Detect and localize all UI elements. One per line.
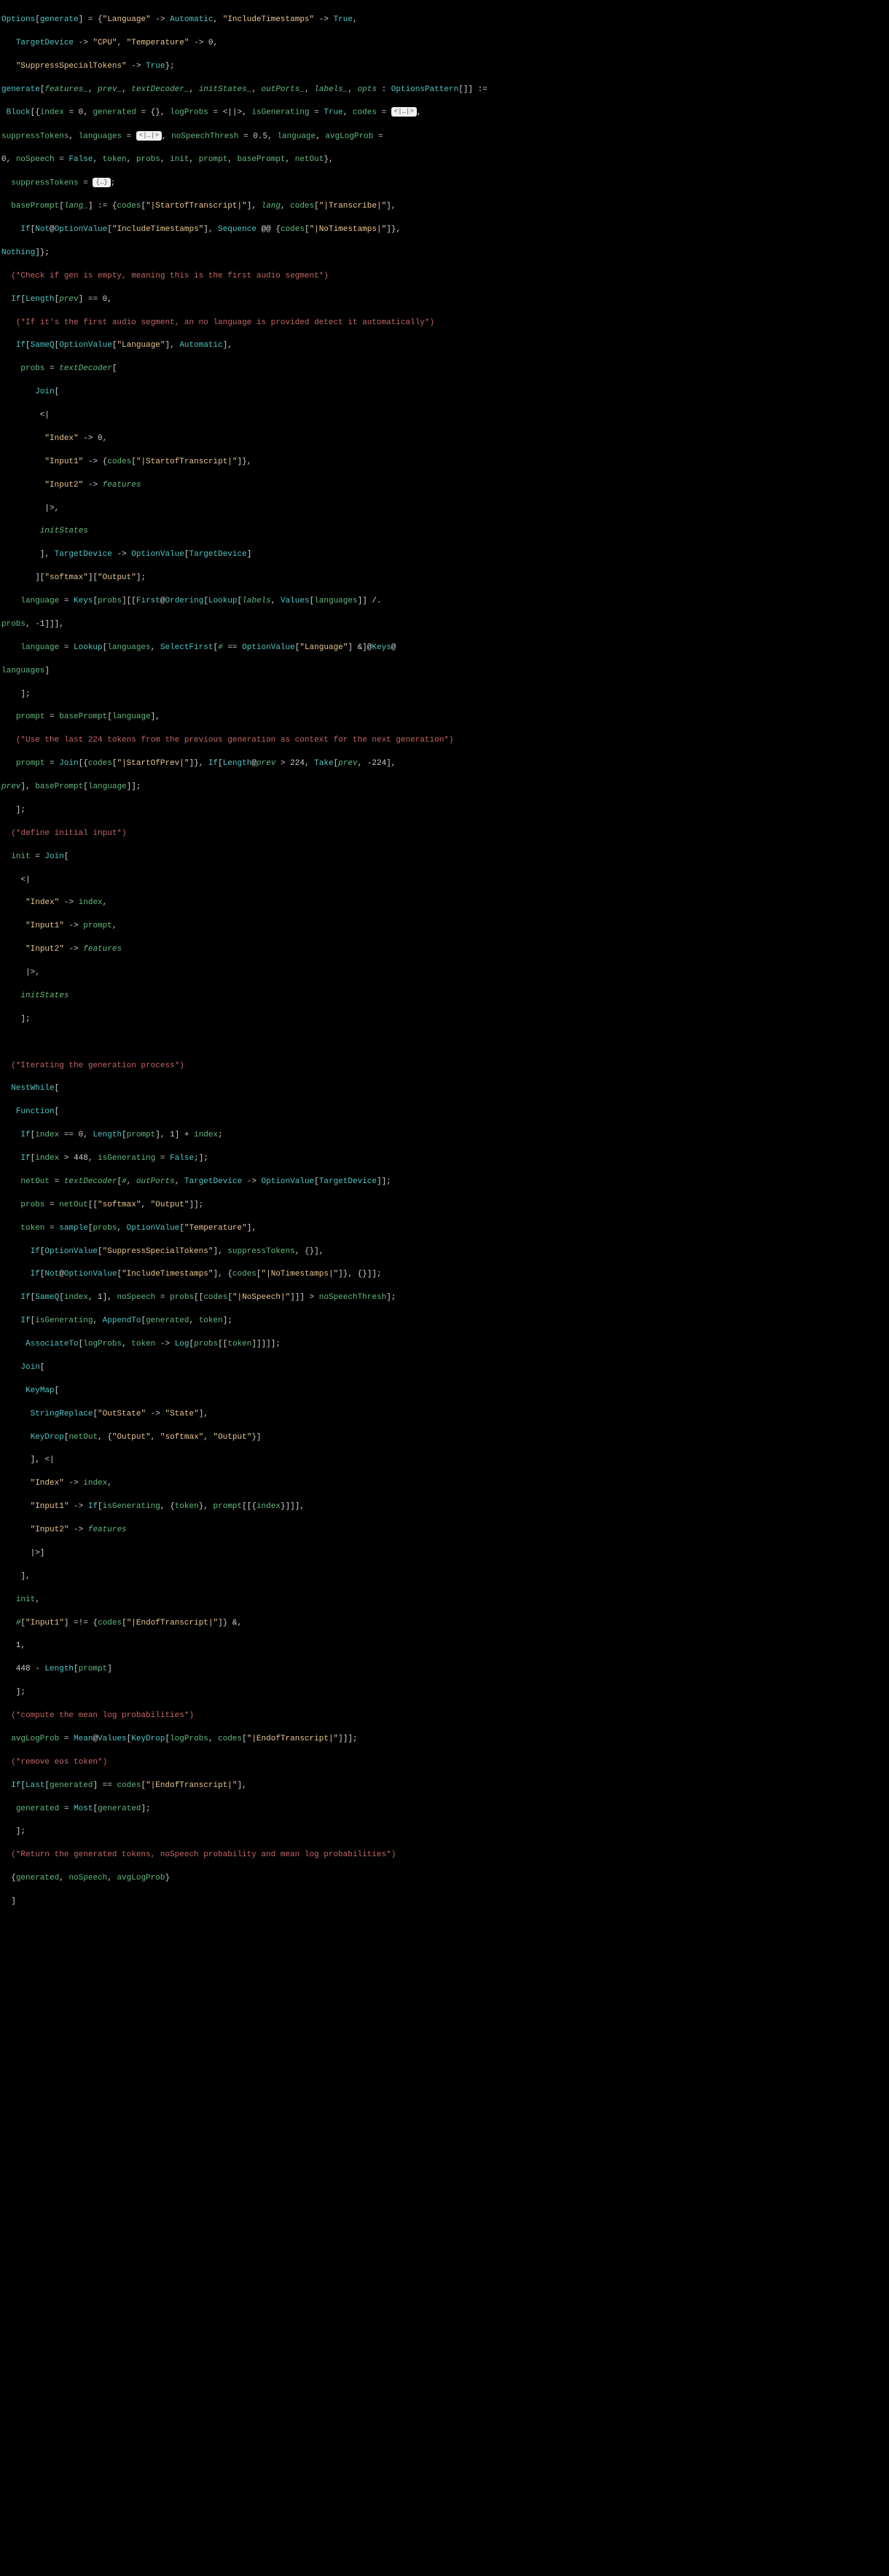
- code-line: ];: [1, 1014, 888, 1026]
- association-pill[interactable]: <|…|>: [391, 107, 417, 117]
- code-line: initStates: [1, 991, 888, 1002]
- code-line: #["Input1"] =!= {codes["|EndofTranscript…: [1, 1618, 888, 1630]
- code-line: Function[: [1, 1107, 888, 1118]
- code-line: ],: [1, 1571, 888, 1583]
- code-line: 448 - Length[prompt]: [1, 1664, 888, 1676]
- code-block: Options[generate] = {"Language" -> Autom…: [0, 0, 889, 1923]
- code-line: "Input2" -> features: [1, 944, 888, 956]
- code-line: NestWhile[: [1, 1083, 888, 1095]
- code-line: probs = textDecoder[: [1, 364, 888, 375]
- code-line: "Input2" -> features: [1, 1525, 888, 1536]
- code-line: suppressTokens = {…};: [1, 178, 888, 189]
- code-line: avgLogProb = Mean@Values[KeyDrop[logProb…: [1, 1734, 888, 1746]
- code-line: 0, noSpeech = False, token, probs, init,…: [1, 154, 888, 166]
- code-line: ];: [1, 805, 888, 817]
- code-line: language = Lookup[languages, SelectFirst…: [1, 643, 888, 654]
- code-line: prompt = basePrompt[language],: [1, 712, 888, 723]
- code-line: (*Use the last 224 tokens from the previ…: [1, 735, 888, 747]
- code-line: initStates: [1, 526, 888, 538]
- code-line: (*Iterating the generation process*): [1, 1061, 888, 1072]
- code-line: TargetDevice -> "CPU", "Temperature" -> …: [1, 38, 888, 50]
- code-line: If[SameQ[index, 1], noSpeech = probs[[co…: [1, 1292, 888, 1304]
- code-line: "Index" -> index,: [1, 898, 888, 909]
- code-line: If[index > 448, isGenerating = False;];: [1, 1153, 888, 1165]
- code-line: (*remove eos token*): [1, 1757, 888, 1769]
- code-line: netOut = textDecoder[#, outPorts, Target…: [1, 1177, 888, 1188]
- code-line: ];: [1, 689, 888, 701]
- code-line: If[Not@OptionValue["IncludeTimestamps"],…: [1, 224, 888, 236]
- code-line: "Input2" -> features: [1, 480, 888, 492]
- code-line: prompt = Join[{codes["|StartOfPrev|"]}, …: [1, 758, 888, 770]
- code-line: "Input1" -> prompt,: [1, 921, 888, 932]
- code-line: init = Join[: [1, 852, 888, 863]
- code-line: [1, 1037, 888, 1049]
- code-line: If[isGenerating, AppendTo[generated, tok…: [1, 1316, 888, 1327]
- code-line: {generated, noSpeech, avgLogProb}: [1, 1873, 888, 1885]
- code-line: generate[features_, prev_, textDecoder_,…: [1, 85, 888, 96]
- code-line: prev], basePrompt[language]];: [1, 782, 888, 793]
- code-line: ];: [1, 1687, 888, 1699]
- code-line: 1,: [1, 1641, 888, 1652]
- code-line: If[Length[prev] == 0,: [1, 294, 888, 306]
- code-line: ];: [1, 1826, 888, 1838]
- code-line: probs, -1]]],: [1, 619, 888, 631]
- code-line: token = sample[probs, OptionValue["Tempe…: [1, 1223, 888, 1235]
- code-line: languages]: [1, 666, 888, 678]
- code-line: "Index" -> 0,: [1, 433, 888, 445]
- code-line: Nothing]};: [1, 248, 888, 259]
- code-line: "SuppressSpecialTokens" -> True};: [1, 61, 888, 73]
- code-line: ]["softmax"]["Output"];: [1, 573, 888, 584]
- code-line: <|: [1, 410, 888, 422]
- code-line: probs = netOut[["softmax", "Output"]];: [1, 1200, 888, 1212]
- code-line: KeyDrop[netOut, {"Output", "softmax", "O…: [1, 1432, 888, 1444]
- code-line: (*define initial input*): [1, 828, 888, 840]
- code-line: "Input1" -> {codes["|StartofTranscript|"…: [1, 457, 888, 468]
- code-line: If[Last[generated] == codes["|EndofTrans…: [1, 1780, 888, 1792]
- code-line: (*If it's the first audio segment, an no…: [1, 318, 888, 329]
- code-line: StringReplace["OutState" -> "State"],: [1, 1409, 888, 1421]
- list-pill[interactable]: {…}: [93, 178, 110, 187]
- code-line: If[Not@OptionValue["IncludeTimestamps"],…: [1, 1269, 888, 1281]
- code-line: AssociateTo[logProbs, token -> Log[probs…: [1, 1339, 888, 1351]
- code-line: (*Return the generated tokens, noSpeech …: [1, 1850, 888, 1861]
- association-pill[interactable]: <|…|>: [136, 131, 162, 141]
- code-line: "Index" -> index,: [1, 1478, 888, 1490]
- code-line: basePrompt[lang_] := {codes["|StartofTra…: [1, 201, 888, 213]
- code-line: |>]: [1, 1548, 888, 1560]
- code-line: language = Keys[probs][[First@Ordering[L…: [1, 596, 888, 608]
- code-line: Join[: [1, 1362, 888, 1374]
- code-line: Join[: [1, 387, 888, 398]
- code-line: Options[generate] = {"Language" -> Autom…: [1, 15, 888, 26]
- code-line: If[index == 0, Length[prompt], 1] + inde…: [1, 1130, 888, 1142]
- code-line: KeyMap[: [1, 1386, 888, 1397]
- code-line: |>,: [1, 967, 888, 979]
- code-line: If[OptionValue["SuppressSpecialTokens"],…: [1, 1246, 888, 1258]
- code-line: suppressTokens, languages = <|…|>, noSpe…: [1, 131, 888, 143]
- code-line: "Input1" -> If[isGenerating, {token}, pr…: [1, 1501, 888, 1513]
- code-line: init,: [1, 1595, 888, 1606]
- code-line: generated = Most[generated];: [1, 1804, 888, 1815]
- code-line: (*compute the mean log probabilities*): [1, 1711, 888, 1722]
- code-line: If[SameQ[OptionValue["Language"], Automa…: [1, 340, 888, 352]
- code-line: (*Check if gen is empty, meaning this is…: [1, 271, 888, 283]
- code-line: ]: [1, 1896, 888, 1908]
- code-line: ], TargetDevice -> OptionValue[TargetDev…: [1, 549, 888, 561]
- code-line: <|: [1, 875, 888, 887]
- code-line: ], <|: [1, 1455, 888, 1466]
- code-line: |>,: [1, 503, 888, 515]
- code-line: Block[{index = 0, generated = {}, logPro…: [1, 107, 888, 119]
